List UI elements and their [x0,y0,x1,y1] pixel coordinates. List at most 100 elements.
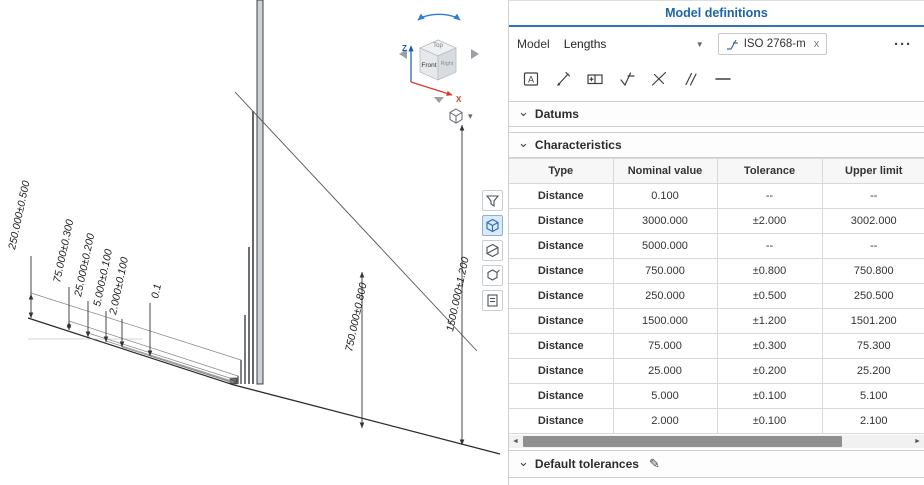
cell-nominal-value[interactable]: 1500.000 [612,308,718,334]
view-cube[interactable]: Top Front Right Z X [396,4,482,106]
clipboard-icon [487,294,498,307]
viewport-side-toolbar [482,190,503,311]
cell-type[interactable]: Distance [509,308,614,334]
cell-tolerance[interactable]: ±0.200 [716,358,823,384]
cell-type[interactable]: Distance [509,383,614,409]
section-cube-icon [486,243,499,258]
table-row[interactable]: Distance 25.000 ±0.200 25.200 [509,358,924,384]
cell-nominal-value[interactable]: 75.000 [612,333,718,359]
cell-upper-limit[interactable]: -- [821,183,924,209]
cell-tolerance[interactable]: ±2.000 [716,208,823,234]
table-row[interactable]: Distance 3000.000 ±2.000 3002.000 [509,208,924,234]
header-upper-limit: Upper limit [821,158,924,184]
table-row[interactable]: Distance 5000.000 -- -- [509,233,924,259]
cell-upper-limit[interactable]: 25.200 [821,358,924,384]
cell-tolerance[interactable]: ±0.300 [716,333,823,359]
cell-tolerance[interactable]: -- [716,183,823,209]
cell-upper-limit[interactable]: 3002.000 [821,208,924,234]
cell-type[interactable]: Distance [509,183,614,209]
cell-nominal-value[interactable]: 0.100 [612,183,718,209]
scroll-right-button[interactable]: ► [911,435,924,448]
cell-nominal-value[interactable]: 250.000 [612,283,718,309]
cell-upper-limit[interactable]: 75.300 [821,333,924,359]
cell-type[interactable]: Distance [509,333,614,359]
view-cube-body[interactable]: Top Front Right [419,39,457,81]
cell-upper-limit[interactable]: -- [821,233,924,259]
show-dimensions-button[interactable] [482,190,503,211]
cell-upper-limit[interactable]: 1501.200 [821,308,924,334]
section-view-button[interactable] [482,240,503,261]
scrollbar-thumb[interactable] [523,436,842,447]
table-header-row: Type Nominal value Tolerance Upper limit [509,158,924,184]
cell-tolerance[interactable]: -- [716,233,823,259]
cell-tolerance[interactable]: ±0.100 [716,408,823,434]
table-row[interactable]: Distance 750.000 ±0.800 750.800 [509,258,924,284]
cell-type[interactable]: Distance [509,208,614,234]
cell-type[interactable]: Distance [509,283,614,309]
edit-pencil-icon[interactable]: ✎ [649,456,660,472]
dimension-label[interactable]: 750.000±0.800 [343,282,369,353]
close-icon[interactable]: x [814,38,820,50]
model-select[interactable]: Lengths ▼ [558,34,710,54]
standard-chip[interactable]: ISO 2768-m x [717,33,828,55]
chevron-down-icon: ⌄ [518,135,529,150]
cell-upper-limit[interactable]: 2.100 [821,408,924,434]
exploded-view-button[interactable] [482,265,503,286]
cell-nominal-value[interactable]: 2.000 [612,408,718,434]
cell-type[interactable]: Distance [509,233,614,259]
table-row[interactable]: Distance 0.100 -- -- [509,183,924,209]
dimension-label[interactable]: 250.000±0.500 [6,180,33,252]
cell-nominal-value[interactable]: 750.000 [612,258,718,284]
cell-type[interactable]: Distance [509,408,614,434]
cell-nominal-value[interactable]: 5.000 [612,383,718,409]
3d-viewport[interactable]: 250.000±0.500 75.000±0.300 25.000±0.200 … [0,0,508,485]
cell-tolerance[interactable]: ±0.800 [716,258,823,284]
line-tool-button[interactable] [711,67,735,91]
table-row[interactable]: Distance 5.000 ±0.100 5.100 [509,383,924,409]
measure-button[interactable] [482,290,503,311]
rotate-view-arrows[interactable] [417,13,461,21]
cell-type[interactable]: Distance [509,358,614,384]
cell-upper-limit[interactable]: 250.500 [821,283,924,309]
cell-tolerance[interactable]: ±0.100 [716,383,823,409]
datums-section-header[interactable]: ⌄ Datums [509,101,924,127]
dimension-label[interactable]: 1500.000±1.200 [444,256,472,333]
cell-nominal-value[interactable]: 5000.000 [612,233,718,259]
cell-tolerance[interactable]: ±1.200 [716,308,823,334]
annotation-toolbar: A [509,61,924,97]
scrollbar-track[interactable] [522,435,911,448]
surface-finish-tool-button[interactable] [615,67,639,91]
dimension-label[interactable]: 75.000±0.300 [51,218,76,283]
cell-type[interactable]: Distance [509,258,614,284]
header-tolerance: Tolerance [716,158,823,184]
horizontal-scrollbar[interactable]: ◄ ► [509,435,924,448]
dimension-label[interactable]: 0.1 [149,283,164,300]
dimension-label[interactable]: 25.000±0.200 [72,232,97,298]
z-axis-label: Z [402,44,407,53]
characteristics-section-header[interactable]: ⌄ Characteristics [509,132,924,158]
table-row[interactable]: Distance 250.000 ±0.500 250.500 [509,283,924,309]
overflow-menu-button[interactable]: ··· [890,36,916,53]
cell-upper-limit[interactable]: 5.100 [821,383,924,409]
parallel-lines-tool-button[interactable] [679,67,703,91]
table-row[interactable]: Distance 75.000 ±0.300 75.300 [509,333,924,359]
cell-nominal-value[interactable]: 25.000 [612,358,718,384]
scroll-left-button[interactable]: ◄ [509,435,522,448]
show-annotations-button[interactable] [482,215,503,236]
default-tolerances-section-header[interactable]: ⌄ Default tolerances ✎ [509,450,924,478]
filter-icon [485,195,500,208]
note-tool-button[interactable]: A [519,67,543,91]
standard-icon [726,39,738,50]
model-geometry [229,0,264,385]
cell-upper-limit[interactable]: 750.800 [821,258,924,284]
cell-nominal-value[interactable]: 3000.000 [612,208,718,234]
rotate-right-arrow-icon[interactable] [471,49,479,59]
centerline-tool-button[interactable] [647,67,671,91]
rotate-down-arrow-icon[interactable] [434,97,444,103]
table-row[interactable]: Distance 1500.000 ±1.200 1501.200 [509,308,924,334]
view-settings-cube-button[interactable]: ▾ [448,108,473,124]
geometric-tolerance-tool-button[interactable] [583,67,607,91]
datum-tool-button[interactable] [551,67,575,91]
table-row[interactable]: Distance 2.000 ±0.100 2.100 [509,408,924,434]
cell-tolerance[interactable]: ±0.500 [716,283,823,309]
